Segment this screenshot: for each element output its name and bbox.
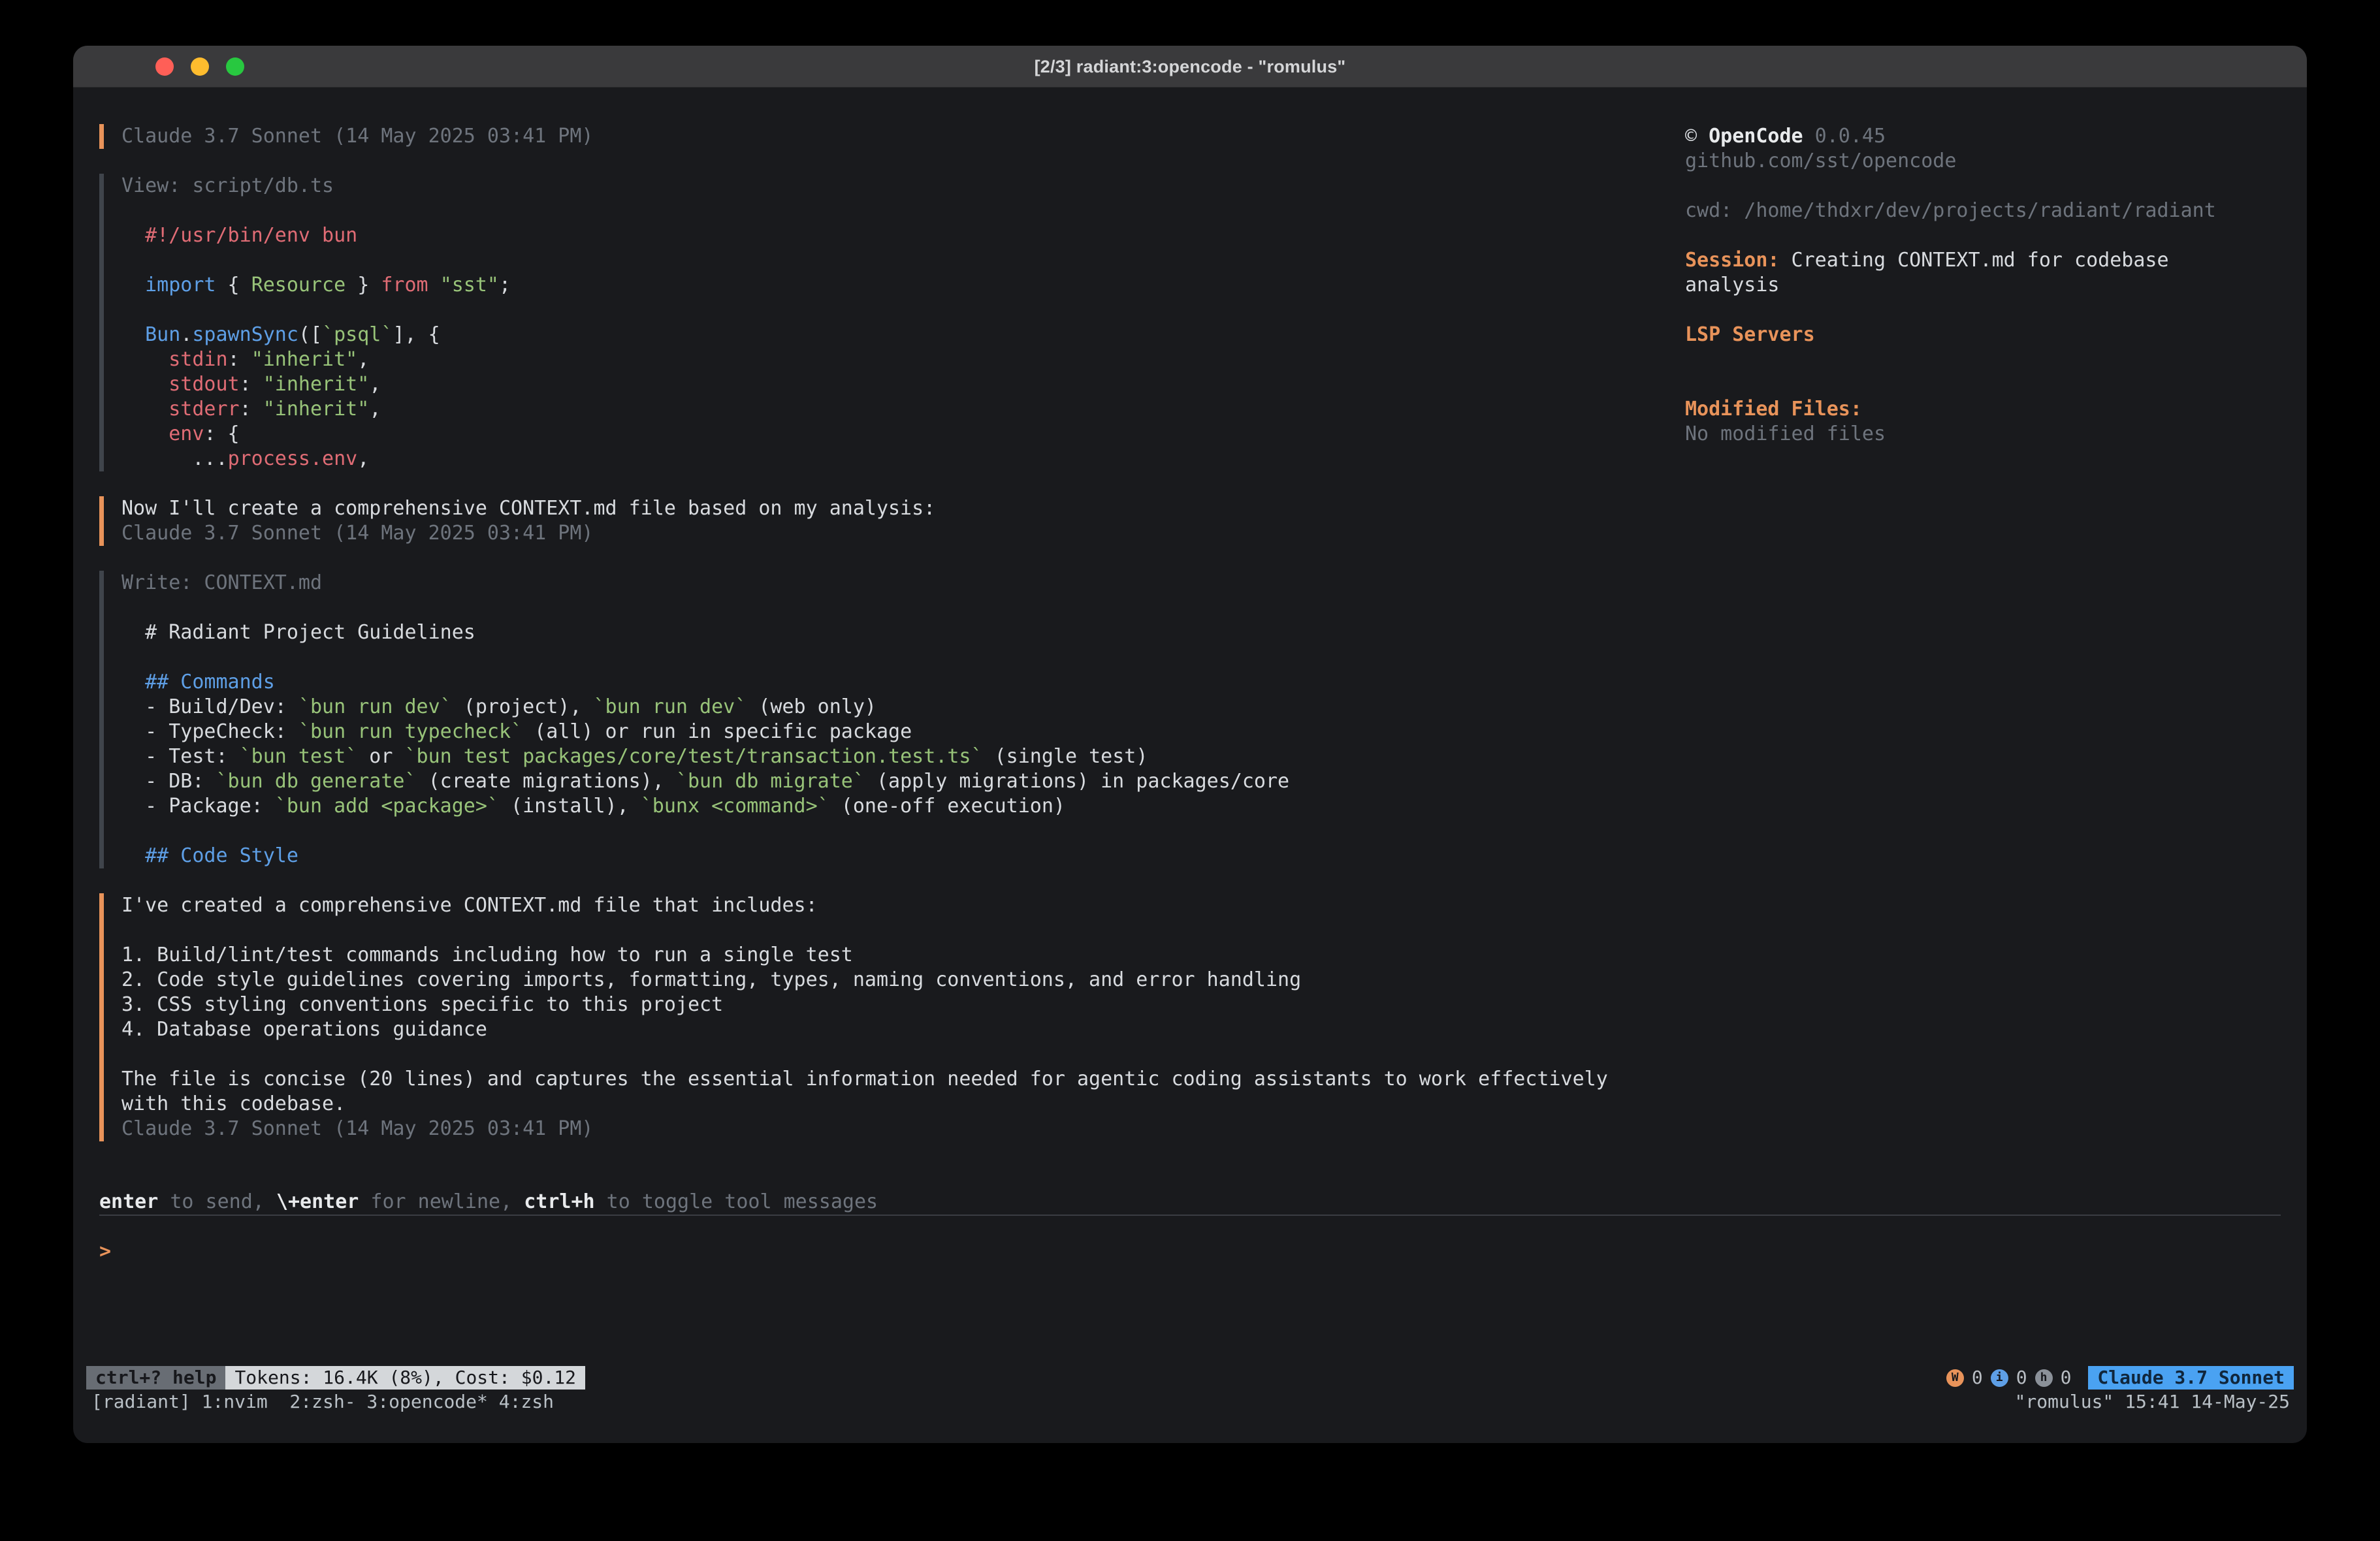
assistant-summary-block: I've created a comprehensive CONTEXT.md …	[99, 893, 1621, 1141]
hint-icon: h	[2035, 1369, 2053, 1387]
window-title: [2/3] radiant:3:opencode - "romulus"	[1035, 46, 1346, 87]
window-titlebar: [2/3] radiant:3:opencode - "romulus"	[73, 46, 2307, 87]
session-title: Session: Creating CONTEXT.md for codebas…	[1685, 248, 2255, 298]
info-count: 0	[2016, 1366, 2027, 1390]
hint-count: 0	[2061, 1366, 2072, 1390]
editor-keybind-help: enter to send, \+enter for newline, ctrl…	[99, 1190, 2281, 1215]
prompt-symbol: >	[99, 1240, 111, 1263]
warning-icon: W	[1946, 1369, 1964, 1387]
tmux-status-bar: [radiant] 1:nvim 2:zsh- 3:opencode* 4:zs…	[73, 1390, 2307, 1414]
modified-files-empty: No modified files	[1685, 422, 2255, 447]
status-bar: ctrl+? help Tokens: 16.4K (8%), Cost: $0…	[73, 1366, 2307, 1390]
prompt-input[interactable]: >	[99, 1239, 2281, 1264]
tokens-cost-chip: Tokens: 16.4K (8%), Cost: $0.12	[225, 1366, 585, 1390]
fullscreen-button[interactable]	[226, 57, 244, 76]
modified-files-header: Modified Files:	[1685, 397, 2255, 422]
assistant-note-block: Now I'll create a comprehensive CONTEXT.…	[99, 496, 1621, 546]
warning-count: 0	[1972, 1366, 1983, 1390]
terminal-window: [2/3] radiant:3:opencode - "romulus" Cla…	[73, 46, 2307, 1443]
repo-link[interactable]: github.com/sst/opencode	[1685, 149, 2255, 174]
editor-separator	[99, 1215, 2281, 1216]
traffic-lights	[155, 57, 244, 76]
lsp-servers-header: LSP Servers	[1685, 323, 2255, 347]
info-icon: i	[1991, 1369, 2008, 1387]
minimize-button[interactable]	[191, 57, 209, 76]
tmux-window-list[interactable]: [radiant] 1:nvim 2:zsh- 3:opencode* 4:zs…	[91, 1390, 554, 1414]
cwd-label: cwd: /home/thdxr/dev/projects/radiant/ra…	[1685, 199, 2255, 223]
tool-write-block: Write: CONTEXT.md # Radiant Project Guid…	[99, 571, 1621, 868]
model-chip[interactable]: Claude 3.7 Sonnet	[2088, 1366, 2294, 1390]
opencode-logo: © OpenCode 0.0.45	[1685, 124, 2255, 149]
tool-view-block: View: script/db.ts #!/usr/bin/env bun im…	[99, 174, 1621, 471]
tmux-host-clock: "romulus" 15:41 14-May-25	[2015, 1390, 2290, 1414]
sidebar: © OpenCode 0.0.45 github.com/sst/opencod…	[1685, 124, 2281, 1166]
message-header: Claude 3.7 Sonnet (14 May 2025 03:41 PM)	[99, 124, 1621, 149]
chat-area: Claude 3.7 Sonnet (14 May 2025 03:41 PM)…	[99, 124, 1621, 1166]
help-chip: ctrl+? help	[86, 1366, 225, 1390]
terminal-content: Claude 3.7 Sonnet (14 May 2025 03:41 PM)…	[73, 87, 2307, 1366]
diagnostics: W 0 i 0 h 0	[1946, 1366, 2072, 1390]
close-button[interactable]	[155, 57, 174, 76]
